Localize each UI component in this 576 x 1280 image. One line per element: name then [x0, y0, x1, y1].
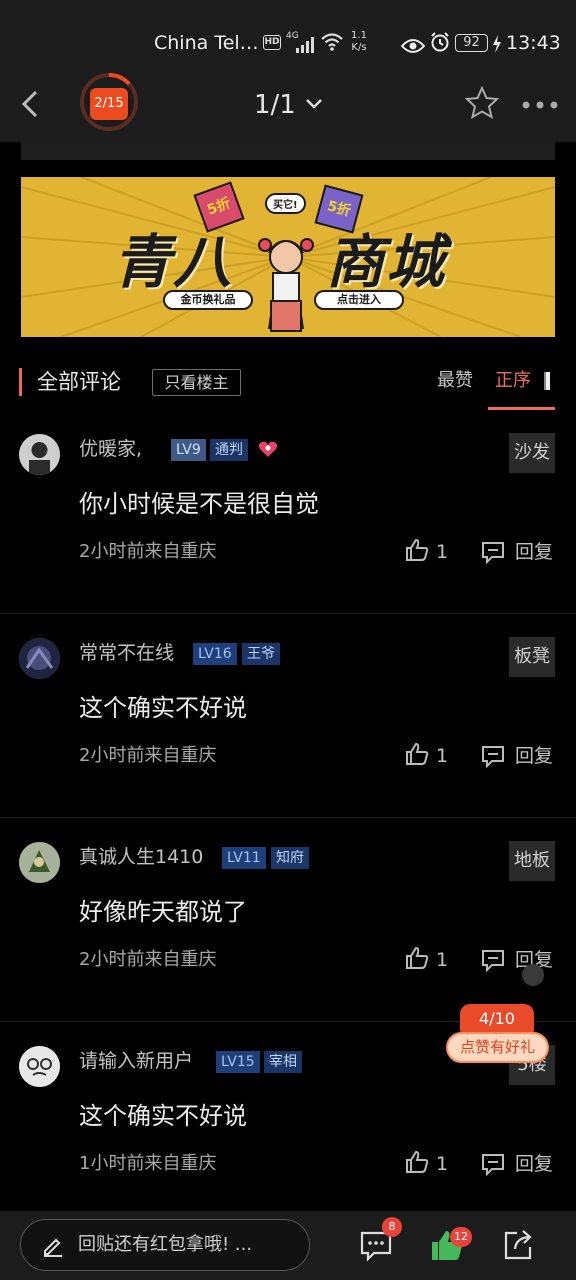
reply-icon[interactable] [480, 947, 506, 977]
back-arrow-icon[interactable] [14, 84, 54, 124]
avatar[interactable] [19, 1046, 60, 1087]
reply-icon[interactable] [480, 743, 506, 773]
clock: 13:43 [506, 32, 561, 54]
hd-indicator: HD [263, 35, 281, 50]
only-op-button[interactable]: 只看楼主 [152, 369, 241, 396]
rank-badge: 知府 [271, 847, 309, 869]
comment-item: 优暖家, LV9 通判 沙发 你小时候是不是很自觉 2小时前来自重庆 1 回复 [0, 410, 576, 614]
like-reward-button[interactable]: 点赞有好礼 [446, 1032, 549, 1063]
reply-icon[interactable] [480, 1151, 506, 1181]
username[interactable]: 常常不在线 [79, 638, 174, 668]
network-speed-value: 1.1 [351, 30, 367, 41]
banner-title-left: 青八 [113, 228, 234, 296]
battery-level: 92 [455, 34, 488, 52]
comment-meta: 2小时前来自重庆 [79, 949, 217, 970]
content-strip [21, 142, 555, 160]
alarm-icon [429, 31, 451, 62]
comments-title: 全部评论 [37, 370, 121, 394]
comment-meta: 2小时前来自重庆 [79, 541, 217, 562]
comment-meta: 2小时前来自重庆 [79, 745, 217, 766]
more-options-icon[interactable] [520, 96, 560, 115]
level-badge: LV11 [222, 847, 266, 869]
floor-label: 地板 [509, 841, 555, 881]
section-accent-bar [19, 368, 22, 396]
likes-count-badge: 12 [450, 1227, 472, 1247]
reward-progress[interactable]: 4/10 [460, 1004, 534, 1034]
username[interactable]: 请输入新用户 [79, 1046, 193, 1076]
thumbs-up-icon[interactable] [404, 741, 430, 771]
comments-count-badge: 8 [382, 1217, 402, 1237]
avatar[interactable] [19, 842, 60, 883]
comment-item: 常常不在线 LV16 王爷 板凳 这个确实不好说 2小时前来自重庆 1 回复 [0, 614, 576, 818]
charging-icon [491, 33, 503, 63]
status-bar: China Tel… HD 4G 1.1 K/s 92 13:43 [0, 0, 576, 66]
like-count: 1 [436, 541, 449, 563]
page-indicator[interactable]: 1/1 [254, 88, 296, 122]
top-nav-bar: 2/15 1/1 [0, 66, 576, 142]
level-badge: LV15 [216, 1051, 260, 1073]
rank-badge: 王爷 [242, 643, 280, 665]
scroll-indicator[interactable] [522, 964, 544, 986]
heart-badge-icon [258, 440, 278, 462]
thumbs-up-icon[interactable] [404, 1149, 430, 1179]
sort-hot-tab[interactable]: 最赞 [437, 366, 473, 396]
share-icon[interactable] [502, 1228, 534, 1266]
reply-button[interactable]: 回复 [515, 1149, 553, 1179]
reply-placeholder: 回贴还有红包拿哦! ... [78, 1234, 253, 1255]
reply-button[interactable]: 回复 [515, 741, 553, 771]
avatar[interactable] [19, 434, 60, 475]
comment-text: 你小时候是不是很自觉 [79, 490, 319, 518]
banner-mascot-illustration [258, 238, 314, 332]
banner-pill-left: 金币换礼品 [163, 290, 253, 310]
chevron-down-icon[interactable] [304, 94, 324, 118]
comment-text: 这个确实不好说 [79, 694, 247, 722]
pencil-icon [41, 1234, 65, 1262]
eye-comfort-icon [400, 33, 426, 63]
reply-input[interactable]: 回贴还有红包拿哦! ... [20, 1219, 310, 1271]
thumbs-up-icon[interactable] [404, 945, 430, 975]
reply-button[interactable]: 回复 [515, 537, 553, 567]
bottom-action-bar: 回贴还有红包拿哦! ... 8 12 [0, 1211, 576, 1280]
banner-speech-bubble: 买它! [265, 193, 306, 214]
like-count: 1 [436, 1153, 449, 1175]
star-icon[interactable] [464, 85, 500, 124]
username[interactable]: 真诚人生1410 [79, 842, 203, 872]
rank-badge: 宰相 [264, 1051, 302, 1073]
like-count: 1 [436, 949, 449, 971]
rank-badge: 通判 [210, 439, 248, 461]
banner-enter-button[interactable]: 点击进入 [314, 290, 404, 310]
sort-order-icon [544, 372, 550, 390]
carrier-name: China Tel… [154, 32, 259, 54]
reply-icon[interactable] [480, 539, 506, 569]
reading-progress-ring[interactable]: 2/15 [78, 71, 140, 133]
wifi-icon [320, 31, 344, 61]
avatar[interactable] [19, 638, 60, 679]
like-count: 1 [436, 745, 449, 767]
username[interactable]: 优暖家, [79, 434, 142, 464]
floor-label: 沙发 [509, 433, 555, 473]
thumbs-up-icon[interactable] [404, 537, 430, 567]
signal-icon [295, 33, 317, 63]
mall-banner[interactable]: 5折 5折 买它! 青八 商城 金币换礼品 点击进入 [21, 177, 555, 337]
sort-order-tab[interactable]: 正序 [495, 366, 531, 396]
level-badge: LV9 [171, 439, 206, 461]
comment-meta: 1小时前来自重庆 [79, 1153, 217, 1174]
floor-label: 板凳 [509, 637, 555, 677]
comment-item: 真诚人生1410 LV11 知府 地板 好像昨天都说了 2小时前来自重庆 1 回… [0, 818, 576, 1022]
network-speed-unit: K/s [351, 42, 367, 53]
level-badge: LV16 [193, 643, 237, 665]
comment-text: 这个确实不好说 [79, 1102, 247, 1130]
network-speed: 1.1 K/s [348, 30, 370, 54]
reading-progress-label: 2/15 [90, 88, 128, 120]
banner-title-right: 商城 [326, 228, 447, 296]
comment-text: 好像昨天都说了 [79, 898, 247, 926]
